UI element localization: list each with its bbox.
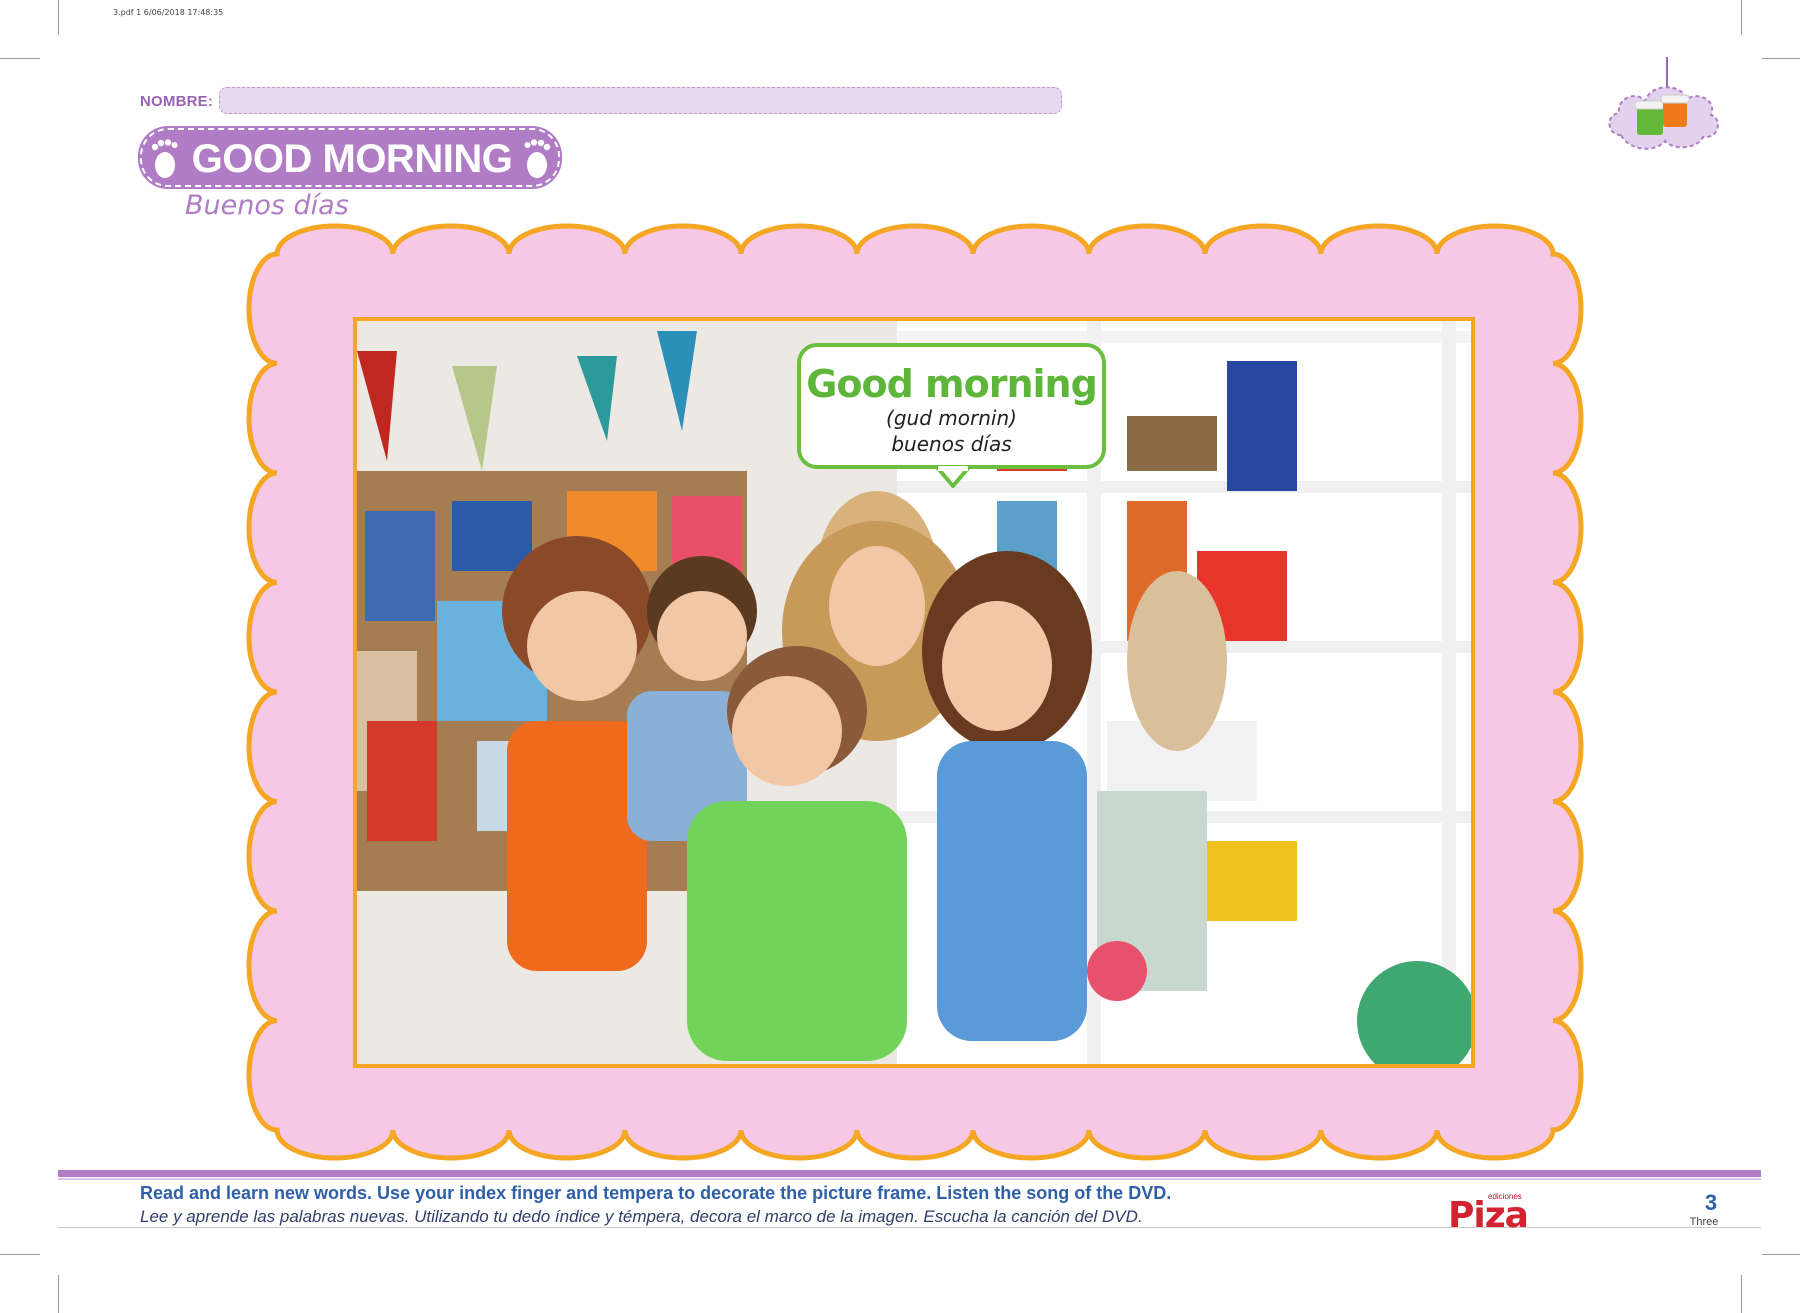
vocabulary-word: Good morning: [806, 362, 1098, 406]
crop-mark: [1741, 1275, 1742, 1313]
instructions-spanish: Lee y aprende las palabras nuevas. Utili…: [140, 1207, 1143, 1226]
publisher-logo: Piza: [1448, 1195, 1529, 1236]
title-badge: GOOD MORNING: [140, 128, 560, 187]
crop-mark: [1762, 1254, 1800, 1255]
footer-band: [58, 1170, 1761, 1177]
name-label: NOMBRE:: [140, 93, 214, 110]
speech-bubble: Good morning (gud mornin) buenos días: [797, 343, 1106, 469]
crop-mark: [1741, 0, 1742, 35]
crop-mark: [58, 0, 59, 35]
name-field[interactable]: [219, 87, 1062, 114]
pronunciation: (gud mornin): [886, 406, 1017, 430]
translation: buenos días: [891, 432, 1012, 456]
page-subtitle: Buenos días: [185, 190, 349, 221]
instructions-english: Read and learn new words. Use your index…: [140, 1183, 1172, 1203]
footprint-icon: [524, 139, 551, 178]
crop-mark: [58, 1275, 59, 1313]
crop-mark: [1762, 58, 1800, 59]
print-info: 3.pdf 1 6/06/2018 17:48:35: [113, 8, 224, 17]
page-word: Three: [1689, 1216, 1719, 1228]
crop-mark: [0, 1254, 40, 1255]
footer-band-light: [58, 1178, 1761, 1180]
page-number: 3: [1704, 1190, 1718, 1215]
crop-mark: [0, 58, 40, 59]
bubble-tail: [936, 466, 970, 488]
page-title: GOOD MORNING: [191, 137, 513, 181]
paint-pots-icon: [1608, 57, 1719, 150]
